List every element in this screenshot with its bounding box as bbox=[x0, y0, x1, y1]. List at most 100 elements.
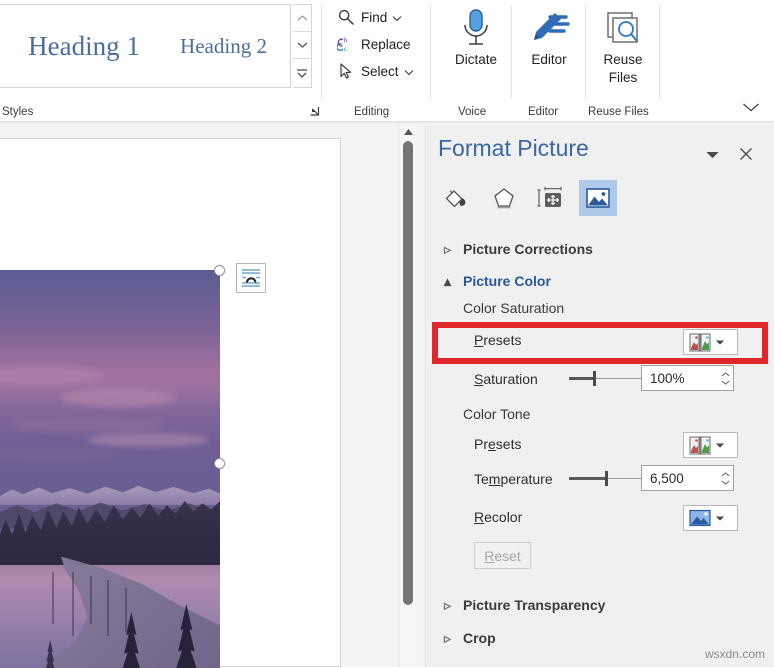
picture-handle-top-right[interactable] bbox=[214, 265, 225, 276]
reuse-files-label-line2: Files bbox=[608, 70, 638, 85]
editor-pen-icon bbox=[528, 4, 570, 50]
tone-presets-icon bbox=[689, 435, 711, 455]
recolor-button[interactable] bbox=[683, 505, 738, 531]
reset-button[interactable]: Reset bbox=[474, 542, 531, 569]
reuse-files-label-line1: Reuse bbox=[603, 52, 643, 67]
reset-row: Reset bbox=[426, 539, 773, 579]
stepper-up-icon[interactable] bbox=[720, 471, 730, 477]
section-picture-color[interactable]: ▴ Picture Color bbox=[426, 267, 773, 295]
slider-thumb[interactable] bbox=[605, 471, 608, 486]
section-picture-color-label: Picture Color bbox=[463, 273, 551, 289]
microphone-icon bbox=[456, 4, 496, 50]
picture-handle-middle-right[interactable] bbox=[214, 458, 225, 469]
chevron-down-icon[interactable] bbox=[715, 442, 725, 449]
saturation-value: 100% bbox=[650, 370, 685, 386]
dictate-label: Dictate bbox=[454, 52, 498, 67]
styles-more-button[interactable] bbox=[293, 59, 311, 87]
photo-reflection bbox=[124, 588, 127, 633]
ribbon-group-styles: Heading 1 Heading 2 Styles bbox=[0, 0, 322, 122]
recolor-picture-icon bbox=[689, 509, 711, 527]
saturation-presets-icon bbox=[689, 332, 711, 352]
more-styles-icon bbox=[297, 68, 307, 78]
layout-options-icon bbox=[242, 269, 260, 287]
chevron-down-icon[interactable] bbox=[715, 339, 725, 346]
tab-effects[interactable] bbox=[485, 180, 523, 216]
temperature-slider[interactable] bbox=[569, 466, 641, 492]
chevron-down-icon[interactable] bbox=[715, 515, 725, 522]
style-heading-2[interactable]: Heading 2 bbox=[161, 5, 286, 87]
collapse-ribbon-button[interactable] bbox=[740, 98, 762, 116]
tone-presets-row: Presets bbox=[426, 427, 773, 463]
ribbon-group-label-editor: Editor bbox=[528, 106, 559, 118]
expand-triangle-icon: ▹ bbox=[444, 596, 452, 613]
slider-filled bbox=[569, 477, 605, 480]
saturation-presets-label: Presets bbox=[474, 332, 522, 348]
color-saturation-group-label: Color Saturation bbox=[463, 300, 565, 316]
style-heading-1[interactable]: Heading 1 bbox=[9, 5, 159, 87]
saturation-presets-button[interactable] bbox=[683, 329, 738, 355]
stepper-down-icon[interactable] bbox=[720, 480, 730, 485]
section-picture-corrections[interactable]: ▹ Picture Corrections bbox=[426, 235, 773, 263]
tab-layout-and-properties[interactable] bbox=[532, 180, 570, 216]
temperature-stepper[interactable] bbox=[717, 466, 733, 490]
style-heading-2-label: Heading 2 bbox=[180, 33, 267, 58]
tone-presets-label: Presets bbox=[474, 436, 522, 452]
document-page[interactable] bbox=[0, 138, 341, 668]
select-dropdown-icon[interactable] bbox=[404, 64, 414, 79]
editor-label: Editor bbox=[531, 52, 567, 67]
find-dropdown-icon[interactable] bbox=[392, 10, 402, 25]
word-window: Heading 1 Heading 2 Styles Find b c Repl… bbox=[0, 0, 774, 668]
color-tone-group-label: Color Tone bbox=[463, 406, 531, 422]
pentagon-icon bbox=[494, 188, 514, 209]
saturation-stepper[interactable] bbox=[717, 366, 733, 390]
group-divider bbox=[430, 6, 431, 98]
scrollbar-thumb[interactable] bbox=[403, 141, 413, 605]
ribbon-group-reuse-files: Reuse Files Reuse Files bbox=[586, 0, 660, 122]
scroll-up-button[interactable] bbox=[400, 125, 416, 139]
section-picture-corrections-label: Picture Corrections bbox=[463, 241, 593, 257]
slider-thumb[interactable] bbox=[592, 371, 596, 386]
tone-presets-button[interactable] bbox=[683, 432, 738, 458]
section-picture-transparency[interactable]: ▹ Picture Transparency bbox=[426, 591, 773, 619]
temperature-label: Temperature bbox=[474, 471, 553, 487]
document-vertical-scrollbar[interactable] bbox=[399, 125, 416, 667]
styles-scroll-down-button[interactable] bbox=[293, 32, 311, 59]
find-button[interactable]: Find bbox=[336, 4, 402, 30]
ribbon-group-editor: Editor Editor bbox=[512, 0, 586, 122]
group-divider bbox=[321, 6, 322, 98]
ribbon-group-label-voice: Voice bbox=[458, 106, 487, 118]
layout-options-button[interactable] bbox=[236, 263, 266, 293]
editor-button[interactable]: Editor bbox=[512, 4, 586, 68]
tab-picture[interactable] bbox=[579, 180, 617, 216]
temperature-value-input[interactable]: 6,500 bbox=[641, 465, 734, 491]
temperature-value: 6,500 bbox=[650, 470, 684, 486]
replace-button[interactable]: b c Replace bbox=[336, 31, 411, 57]
dictate-button[interactable]: Dictate bbox=[440, 4, 512, 68]
photo-reflection bbox=[107, 580, 110, 637]
inserted-picture[interactable] bbox=[0, 270, 220, 668]
tab-fill-and-line[interactable] bbox=[438, 180, 476, 216]
styles-dialog-launcher[interactable] bbox=[307, 104, 321, 118]
document-area[interactable] bbox=[0, 125, 425, 668]
chevron-down-icon bbox=[297, 42, 307, 48]
reuse-files-button[interactable]: Reuse Files bbox=[586, 4, 660, 86]
chevron-down-icon bbox=[706, 151, 718, 158]
ribbon-group-label-reuse-files: Reuse Files bbox=[588, 106, 649, 118]
pane-close-button[interactable] bbox=[736, 144, 756, 164]
dialog-launcher-icon bbox=[310, 107, 320, 116]
select-label: Select bbox=[361, 63, 399, 79]
select-button[interactable]: Select bbox=[336, 58, 414, 84]
saturation-value-input[interactable]: 100% bbox=[641, 365, 734, 391]
pane-options-menu-button[interactable] bbox=[702, 144, 722, 164]
replace-label: Replace bbox=[361, 36, 411, 52]
stepper-up-icon[interactable] bbox=[720, 371, 730, 377]
styles-scroll-up-button[interactable] bbox=[293, 5, 311, 32]
saturation-slider[interactable] bbox=[569, 366, 641, 392]
cursor-arrow-icon bbox=[336, 61, 356, 81]
ribbon-group-label-styles: Styles bbox=[2, 106, 34, 118]
styles-gallery[interactable]: Heading 1 Heading 2 bbox=[0, 4, 291, 88]
styles-gallery-scroll bbox=[293, 4, 312, 88]
group-divider bbox=[659, 6, 660, 98]
stepper-down-icon[interactable] bbox=[720, 380, 730, 385]
pane-content: ▹ Picture Corrections ▴ Picture Color Co… bbox=[426, 235, 773, 652]
